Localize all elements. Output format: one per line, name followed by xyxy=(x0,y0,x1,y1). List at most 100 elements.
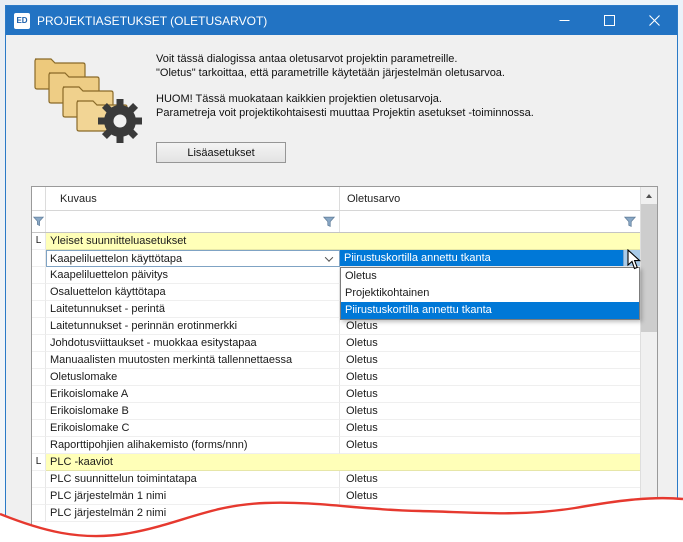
app-icon: ED xyxy=(14,13,30,29)
row-marker xyxy=(32,335,46,352)
scrollbar-up-button[interactable] xyxy=(641,187,657,204)
folders-gear-icon xyxy=(32,51,148,147)
titlebar[interactable]: ED PROJEKTIASETUKSET (OLETUSARVOT) xyxy=(6,6,677,35)
intro-line-1: Voit tässä dialogissa antaa oletusarvot … xyxy=(156,53,534,67)
section-header-row[interactable]: LPLC -kaaviot xyxy=(32,454,640,471)
combo-parameter-label: Kaapeliluettelon käyttötapa xyxy=(50,251,182,267)
combo-dropdown-list: OletusProjektikohtainenPiirustuskortilla… xyxy=(340,267,640,320)
row-marker xyxy=(32,488,46,505)
parameter-value: Oletus xyxy=(340,369,640,386)
parameter-row[interactable]: Laitetunnukset - perinnän erotinmerkkiOl… xyxy=(32,318,640,335)
marker-column-header xyxy=(32,187,46,210)
parameter-value: Oletus xyxy=(340,488,640,505)
desktop-background: ED PROJEKTIASETUKSET (OLETUSARVOT) xyxy=(0,0,683,542)
parameter-row[interactable]: PLC suunnittelun toimintatapaOletus xyxy=(32,471,640,488)
parameter-row[interactable]: PLC järjestelmän 1 nimiOletus xyxy=(32,488,640,505)
dropdown-option[interactable]: Projektikohtainen xyxy=(341,285,639,302)
section-label: PLC -kaaviot xyxy=(46,454,640,471)
row-marker xyxy=(32,301,46,318)
parameter-row[interactable]: Erikoislomake BOletus xyxy=(32,403,640,420)
row-marker: L xyxy=(32,454,46,471)
combo-selected-value: Piirustuskortilla annettu tkanta xyxy=(340,250,623,266)
parameter-name: PLC suunnittelun toimintatapa xyxy=(46,471,340,488)
advanced-settings-button[interactable]: Lisäasetukset xyxy=(156,142,286,163)
row-marker xyxy=(32,386,46,403)
table-filter-row xyxy=(32,211,640,233)
parameter-value: Oletus xyxy=(340,352,640,369)
row-marker xyxy=(32,318,46,335)
combo-value-cell[interactable]: Piirustuskortilla annettu tkanta xyxy=(340,250,640,267)
filter-cell-kuvaus[interactable] xyxy=(46,211,340,232)
parameter-name: Erikoislomake A xyxy=(46,386,340,403)
parameter-value: Oletus xyxy=(340,403,640,420)
filter-funnel-icon xyxy=(323,216,335,228)
parameter-name: Johdotusviittaukset - muokkaa esitystapa… xyxy=(46,335,340,352)
intro-line-4: Parametreja voit projektikohtaisesti muu… xyxy=(156,107,534,121)
filter-funnel-icon xyxy=(624,216,636,228)
vertical-scrollbar[interactable] xyxy=(640,187,657,537)
scrollbar-thumb[interactable] xyxy=(641,204,657,332)
filter-cell-oletusarvo[interactable] xyxy=(340,211,640,232)
maximize-icon xyxy=(604,15,615,26)
intro-line-2: "Oletus" tarkoittaa, että parametrille k… xyxy=(156,67,534,81)
close-button[interactable] xyxy=(632,6,677,35)
dropdown-option[interactable]: Piirustuskortilla annettu tkanta xyxy=(341,302,639,319)
window-title: PROJEKTIASETUKSET (OLETUSARVOT) xyxy=(37,14,542,28)
parameter-value: Oletus xyxy=(340,335,640,352)
maximize-button[interactable] xyxy=(587,6,632,35)
caret-up-icon xyxy=(646,194,652,198)
settings-table: Kuvaus Oletusarvo LYleiset suunnitteluas… xyxy=(31,186,658,538)
parameter-row[interactable]: PLC järjestelmän 2 nimiOletus xyxy=(32,505,640,522)
row-marker: L xyxy=(32,233,46,250)
parameter-row[interactable]: Raporttipohjien alihakemisto (forms/nnn)… xyxy=(32,437,640,454)
parameter-name: Manuaalisten muutosten merkintä tallenne… xyxy=(46,352,340,369)
parameter-name: Erikoislomake B xyxy=(46,403,340,420)
filter-cell-marker[interactable] xyxy=(32,211,46,232)
row-marker xyxy=(32,437,46,454)
chevron-down-icon[interactable] xyxy=(325,253,333,261)
window-controls xyxy=(542,6,677,35)
column-header-oletusarvo[interactable]: Oletusarvo xyxy=(340,187,640,210)
row-marker xyxy=(32,267,46,284)
table-header-row: Kuvaus Oletusarvo xyxy=(32,187,640,211)
row-marker xyxy=(32,352,46,369)
parameter-row[interactable]: Kaapeliluettelon käyttötapa Piirustuskort… xyxy=(32,250,640,267)
close-icon xyxy=(649,15,660,26)
section-label: Yleiset suunnitteluasetukset xyxy=(46,233,640,250)
parameter-row[interactable]: OletuslomakeOletus xyxy=(32,369,640,386)
intro-line-3: HUOM! Tässä muokataan kaikkien projektie… xyxy=(156,93,534,107)
parameter-row[interactable]: Manuaalisten muutosten merkintä tallenne… xyxy=(32,352,640,369)
minimize-icon xyxy=(559,15,570,26)
row-marker xyxy=(32,403,46,420)
parameter-value: Oletus xyxy=(340,386,640,403)
section-header-row[interactable]: LYleiset suunnitteluasetukset xyxy=(32,233,640,250)
row-marker xyxy=(32,369,46,386)
combo-parameter-cell[interactable]: Kaapeliluettelon käyttötapa xyxy=(46,250,340,267)
parameter-name: Kaapeliluettelon päivitys xyxy=(46,267,340,284)
parameter-value: Oletus xyxy=(340,471,640,488)
parameter-value: Oletus xyxy=(340,318,640,335)
minimize-button[interactable] xyxy=(542,6,587,35)
parameter-name: Laitetunnukset - perintä xyxy=(46,301,340,318)
parameter-value: Oletus xyxy=(340,420,640,437)
parameter-row[interactable]: Erikoislomake COletus xyxy=(32,420,640,437)
row-marker xyxy=(32,505,46,522)
intro-text: Voit tässä dialogissa antaa oletusarvot … xyxy=(156,53,534,120)
parameter-name: PLC järjestelmän 2 nimi xyxy=(46,505,340,522)
parameter-name: Laitetunnukset - perinnän erotinmerkki xyxy=(46,318,340,335)
row-marker xyxy=(32,284,46,301)
gear-icon xyxy=(98,99,142,143)
parameter-row[interactable]: Erikoislomake AOletus xyxy=(32,386,640,403)
row-marker xyxy=(32,471,46,488)
combo-dropdown-button[interactable] xyxy=(623,250,640,266)
project-settings-dialog: ED PROJEKTIASETUKSET (OLETUSARVOT) xyxy=(5,5,678,537)
dialog-content: Voit tässä dialogissa antaa oletusarvot … xyxy=(6,35,677,537)
row-marker xyxy=(32,420,46,437)
column-header-kuvaus[interactable]: Kuvaus xyxy=(46,187,340,210)
parameter-row[interactable]: Johdotusviittaukset - muokkaa esitystapa… xyxy=(32,335,640,352)
parameter-name: Raporttipohjien alihakemisto (forms/nnn) xyxy=(46,437,340,454)
parameter-value: Oletus xyxy=(340,437,640,454)
caret-down-icon xyxy=(629,256,635,260)
dropdown-option[interactable]: Oletus xyxy=(341,268,639,285)
scrollbar-down-button[interactable] xyxy=(641,520,657,537)
